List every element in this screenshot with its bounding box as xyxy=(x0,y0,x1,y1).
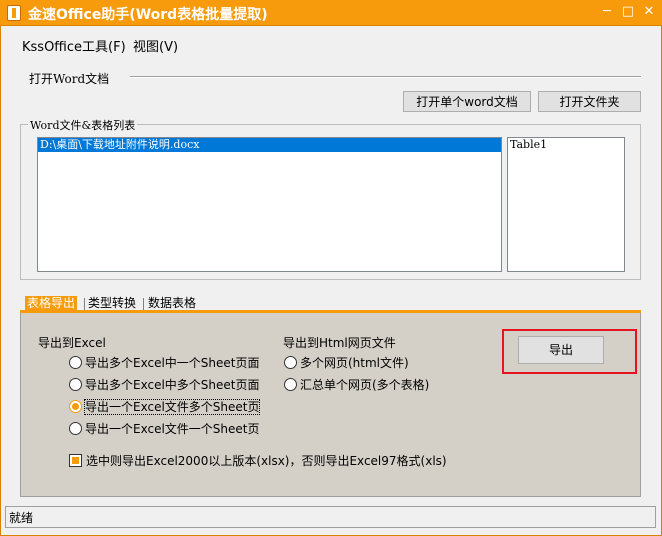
file-table-group-title: Word文件&表格列表 xyxy=(28,117,138,133)
radio-icon xyxy=(284,378,297,391)
open-single-word-button[interactable]: 打开单个word文档 xyxy=(403,91,531,112)
window-title: 金速Office助手(Word表格批量提取) xyxy=(28,7,268,23)
radio-icon xyxy=(69,422,82,435)
word-file-list[interactable]: D:\桌面\下载地址附件说明.docx xyxy=(37,137,502,272)
list-item[interactable]: Table1 xyxy=(508,138,624,152)
radio-one-excel-one-sheet[interactable]: 导出一个Excel文件一个Sheet页 xyxy=(69,421,259,439)
tab-data-table[interactable]: 数据表格 xyxy=(146,296,198,311)
minimize-button[interactable]: ─ xyxy=(598,4,616,20)
maximize-button[interactable]: □ xyxy=(619,4,637,20)
list-item[interactable]: D:\桌面\下载地址附件说明.docx xyxy=(38,138,501,152)
radio-icon xyxy=(69,356,82,369)
open-folder-button[interactable]: 打开文件夹 xyxy=(538,91,641,112)
export-html-label: 导出到Html网页文件 xyxy=(283,336,396,350)
app-icon xyxy=(7,5,21,21)
open-word-label: 打开Word文档 xyxy=(29,72,110,86)
tab-type-convert[interactable]: 类型转换 xyxy=(86,296,138,311)
tab-table-export[interactable]: 表格导出 xyxy=(25,296,78,311)
close-button[interactable]: ✕ xyxy=(640,4,658,20)
tab-separator xyxy=(143,298,144,310)
menu-kssoffice-tools[interactable]: KssOffice工具(F) xyxy=(22,36,126,55)
export-button[interactable]: 导出 xyxy=(518,336,604,364)
radio-single-html-summary[interactable]: 汇总单个网页(多个表格) xyxy=(284,377,429,395)
status-bar xyxy=(5,506,656,528)
radio-multi-excel-multi-sheet[interactable]: 导出多个Excel中多个Sheet页面 xyxy=(69,377,259,395)
menu-view[interactable]: 视图(V) xyxy=(133,36,178,55)
radio-one-excel-multi-sheet[interactable]: 导出一个Excel文件多个Sheet页 xyxy=(69,399,261,417)
tab-separator xyxy=(84,298,85,310)
status-text: 就绪 xyxy=(9,511,34,525)
radio-multi-excel-one-sheet[interactable]: 导出多个Excel中一个Sheet页面 xyxy=(69,355,259,373)
divider xyxy=(130,76,641,78)
table-list[interactable]: Table1 xyxy=(507,137,625,272)
radio-multi-html[interactable]: 多个网页(html文件) xyxy=(284,355,409,373)
radio-checked-icon xyxy=(69,400,82,413)
checkbox-checked-icon xyxy=(69,454,82,467)
radio-icon xyxy=(69,378,82,391)
radio-icon xyxy=(284,356,297,369)
export-excel-label: 导出到Excel xyxy=(38,336,106,350)
xlsx-checkbox[interactable]: 选中则导出Excel2000以上版本(xlsx)，否则导出Excel97格式(x… xyxy=(69,453,447,471)
